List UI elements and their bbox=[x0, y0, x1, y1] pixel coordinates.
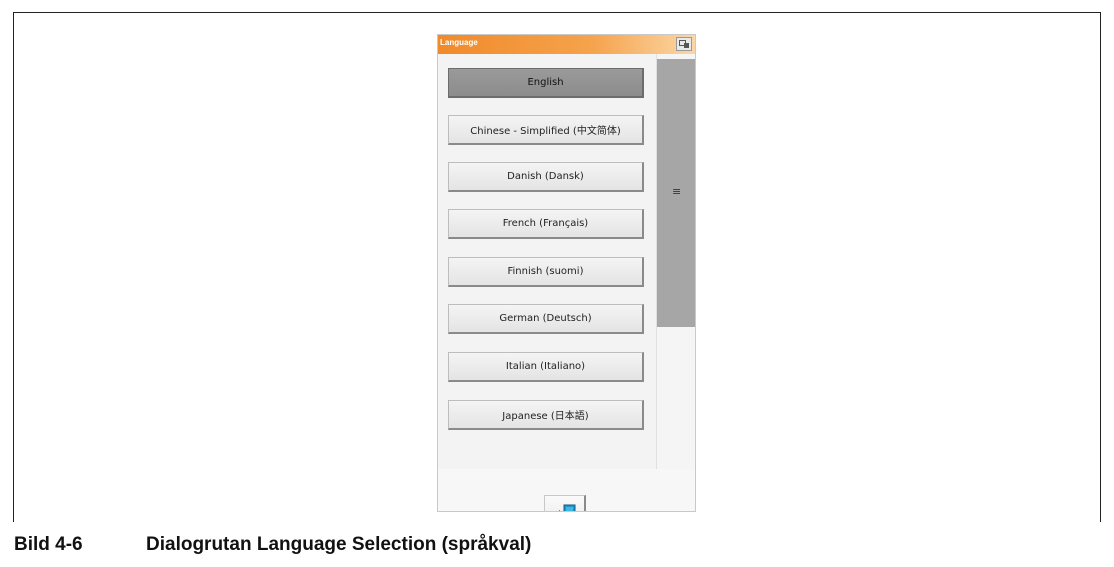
language-list-scrollbar[interactable]: ≡ bbox=[656, 54, 695, 469]
dialog-footer bbox=[438, 469, 695, 511]
language-button-chinese-simplified[interactable]: Chinese - Simplified (中文简体) bbox=[448, 115, 644, 145]
language-button-french[interactable]: French (Français) bbox=[448, 209, 644, 239]
dialog-title: Language bbox=[440, 38, 478, 47]
exit-button[interactable] bbox=[544, 495, 586, 511]
language-button-italian[interactable]: Italian (Italiano) bbox=[448, 352, 644, 382]
language-button-japanese[interactable]: Japanese (日本語) bbox=[448, 400, 644, 430]
window-mode-icon[interactable] bbox=[676, 37, 692, 51]
scrollbar-thumb[interactable]: ≡ bbox=[657, 59, 695, 327]
language-button-english[interactable]: English bbox=[448, 68, 644, 98]
exit-door-icon bbox=[559, 504, 576, 511]
scroll-grip-icon: ≡ bbox=[672, 185, 682, 198]
caption-number: Bild 4-6 bbox=[14, 534, 83, 555]
figure-caption: Bild 4-6 Dialogrutan Language Selection … bbox=[14, 532, 531, 558]
language-button-german[interactable]: German (Deutsch) bbox=[448, 304, 644, 334]
language-button-danish[interactable]: Danish (Dansk) bbox=[448, 162, 644, 192]
language-button-finnish[interactable]: Finnish (suomi) bbox=[448, 257, 644, 287]
language-dialog: Language English Chinese - Simplified (中… bbox=[437, 34, 696, 512]
dialog-titlebar: Language bbox=[438, 35, 695, 54]
caption-text: Dialogrutan Language Selection (språkval… bbox=[146, 534, 532, 555]
language-list: English Chinese - Simplified (中文简体) Dani… bbox=[438, 54, 656, 469]
